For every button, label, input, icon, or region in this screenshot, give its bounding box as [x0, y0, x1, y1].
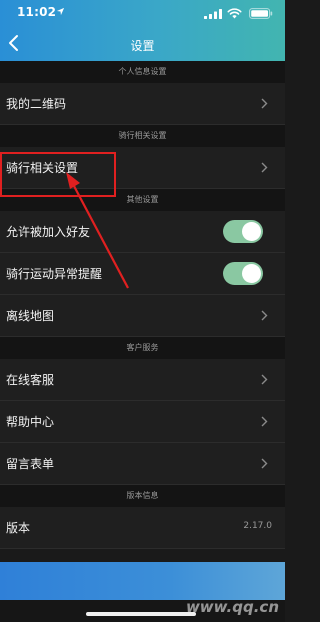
home-indicator[interactable]: [86, 612, 196, 616]
watermark: www.qq.cn: [185, 598, 279, 616]
annotation-arrow-icon: [66, 172, 129, 289]
bottom-action-bar[interactable]: [0, 562, 285, 600]
